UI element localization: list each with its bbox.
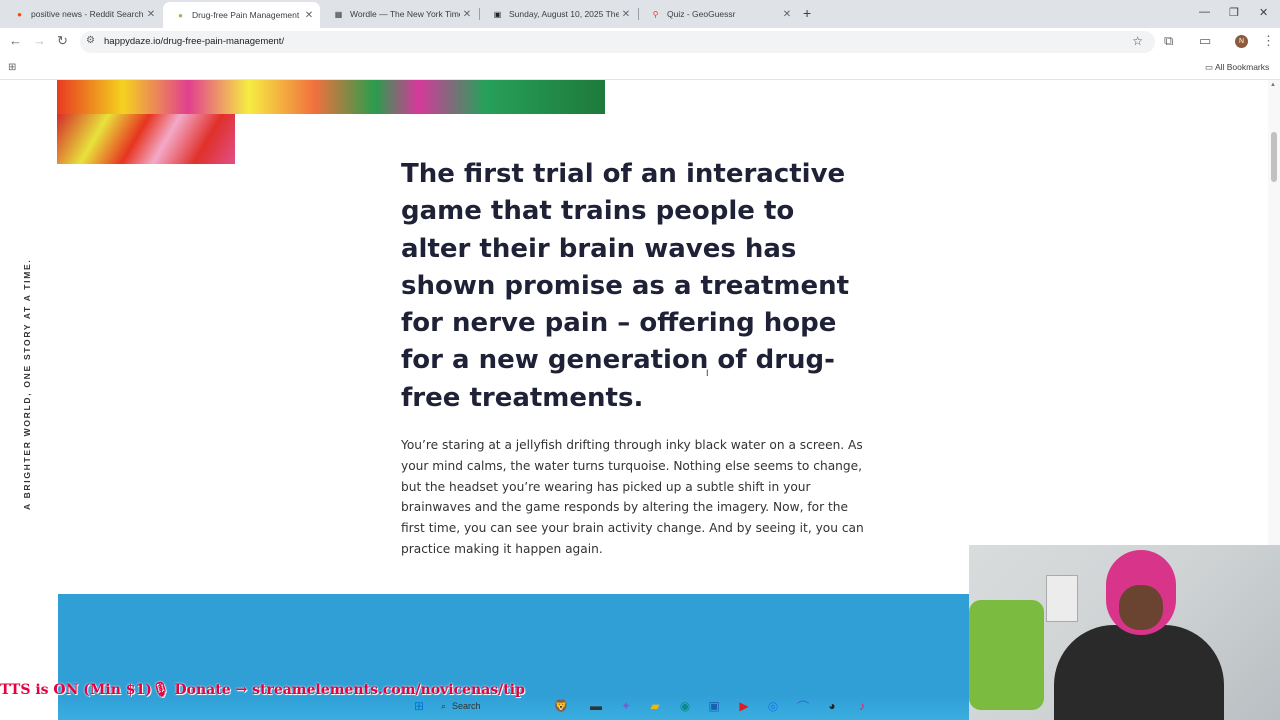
chrome-icon[interactable]: ◎ bbox=[764, 697, 782, 715]
article-image-left bbox=[57, 114, 235, 164]
apps-grid-icon[interactable]: ⊞ bbox=[8, 62, 16, 73]
close-tab-icon[interactable]: ✕ bbox=[144, 9, 158, 20]
menu-icon[interactable]: ⋮ bbox=[1262, 33, 1275, 49]
tab-title: Drug-free Pain Management bbox=[192, 10, 300, 20]
forward-icon[interactable]: → bbox=[33, 33, 46, 48]
site-info-icon[interactable]: ⚙ bbox=[86, 35, 95, 46]
webcam-background-object bbox=[1046, 575, 1078, 622]
close-tab-icon[interactable]: ✕ bbox=[460, 9, 474, 20]
reload-icon[interactable]: ↻ bbox=[57, 33, 68, 49]
all-bookmarks[interactable]: ▭ All Bookmarks bbox=[1205, 62, 1269, 73]
close-window-icon[interactable]: ✕ bbox=[1259, 6, 1268, 19]
youtube-icon[interactable]: ▶ bbox=[735, 697, 753, 715]
text-cursor-icon: I bbox=[706, 368, 709, 378]
extensions-icon[interactable]: ⧉ bbox=[1164, 33, 1173, 49]
webcam-person-body bbox=[1054, 625, 1224, 720]
address-bar[interactable]: ⚙ happydaze.io/drug-free-pain-management… bbox=[80, 31, 1155, 53]
webcam-overlay bbox=[969, 545, 1280, 720]
taskbar-search-placeholder: Search bbox=[452, 701, 481, 711]
windows-start-icon[interactable]: ⊞ bbox=[410, 697, 428, 715]
widgets-icon[interactable]: 🦁 bbox=[552, 697, 570, 715]
edge-icon[interactable]: ◉ bbox=[676, 697, 694, 715]
article-image-top bbox=[57, 80, 605, 114]
new-tab-icon[interactable]: + bbox=[803, 5, 811, 21]
back-icon[interactable]: ← bbox=[9, 33, 22, 48]
close-tab-icon[interactable]: ✕ bbox=[302, 10, 316, 21]
file-explorer-icon[interactable]: ▰ bbox=[646, 697, 664, 715]
nyt-icon: ▣ bbox=[493, 9, 502, 19]
reddit-icon: ● bbox=[17, 9, 22, 19]
site-tagline: A BRIGHTER WORLD, ONE STORY AT A TIME. bbox=[22, 258, 32, 510]
windows-taskbar: ⊞ ⌕ Search 🦁 ▬ ✦ ▰ ◉ ▣ ▶ ◎ ⌒ ◕ ♪ bbox=[405, 692, 885, 720]
taskbar-search[interactable]: ⌕ Search bbox=[441, 696, 551, 716]
tab-title: Sunday, August 10, 2025 The M bbox=[509, 9, 619, 19]
article-headline: The first trial of an interactive game t… bbox=[401, 159, 850, 413]
tab-title: Wordle — The New York Times bbox=[350, 9, 460, 19]
tab-nyt[interactable]: ▣ Sunday, August 10, 2025 The M ✕ bbox=[480, 3, 637, 25]
wordle-icon: ▦ bbox=[334, 9, 343, 19]
tab-title: Quiz - GeoGuessr bbox=[667, 9, 736, 19]
tab-drug-free-pain[interactable]: ● Drug-free Pain Management ✕ bbox=[163, 2, 320, 28]
browser-toolbar: ← → ↻ ⚙ happydaze.io/drug-free-pain-mana… bbox=[0, 28, 1280, 56]
tab-strip: ● positive news - Reddit Search! ✕ ● Dru… bbox=[0, 0, 1280, 28]
store-icon[interactable]: ▣ bbox=[705, 697, 723, 715]
folder-icon: ▭ bbox=[1205, 62, 1214, 72]
scrollbar-thumb[interactable] bbox=[1271, 132, 1277, 182]
tab-geoguessr[interactable]: ⚲ Quiz - GeoGuessr ✕ bbox=[638, 3, 798, 25]
article-paragraph: You’re staring at a jellyfish drifting t… bbox=[401, 438, 864, 556]
tab-search-icon[interactable]: ▭ bbox=[1199, 33, 1211, 49]
geoguessr-icon: ⚲ bbox=[652, 9, 659, 19]
bookmarks-bar: ⊞ ▭ All Bookmarks bbox=[0, 56, 1280, 80]
url-text[interactable]: happydaze.io/drug-free-pain-management/ bbox=[104, 36, 284, 47]
bookmark-star-icon[interactable]: ☆ bbox=[1132, 34, 1143, 48]
close-tab-icon[interactable]: ✕ bbox=[619, 9, 633, 20]
tab-wordle[interactable]: ▦ Wordle — The New York Times ✕ bbox=[321, 3, 478, 25]
tab-title: positive news - Reddit Search! bbox=[31, 9, 144, 19]
tiktok-icon[interactable]: ♪ bbox=[853, 697, 871, 715]
profile-avatar[interactable]: N bbox=[1235, 35, 1248, 48]
restore-icon[interactable]: ❐ bbox=[1229, 6, 1239, 19]
all-bookmarks-label: All Bookmarks bbox=[1214, 62, 1270, 72]
tab-reddit[interactable]: ● positive news - Reddit Search! ✕ bbox=[2, 3, 162, 25]
copilot-icon[interactable]: ✦ bbox=[617, 697, 635, 715]
app-icon[interactable]: ⌒ bbox=[794, 697, 812, 715]
search-icon: ⌕ bbox=[441, 700, 447, 711]
webcam-chair bbox=[969, 600, 1044, 710]
happydaze-icon: ● bbox=[178, 10, 183, 20]
scroll-up-icon[interactable]: ▲ bbox=[1270, 82, 1276, 88]
webcam-person-face bbox=[1119, 585, 1163, 630]
terminal-icon[interactable]: ▬ bbox=[587, 697, 605, 715]
minimize-icon[interactable]: — bbox=[1199, 6, 1210, 18]
close-tab-icon[interactable]: ✕ bbox=[780, 9, 794, 20]
obs-icon[interactable]: ◕ bbox=[823, 697, 841, 715]
